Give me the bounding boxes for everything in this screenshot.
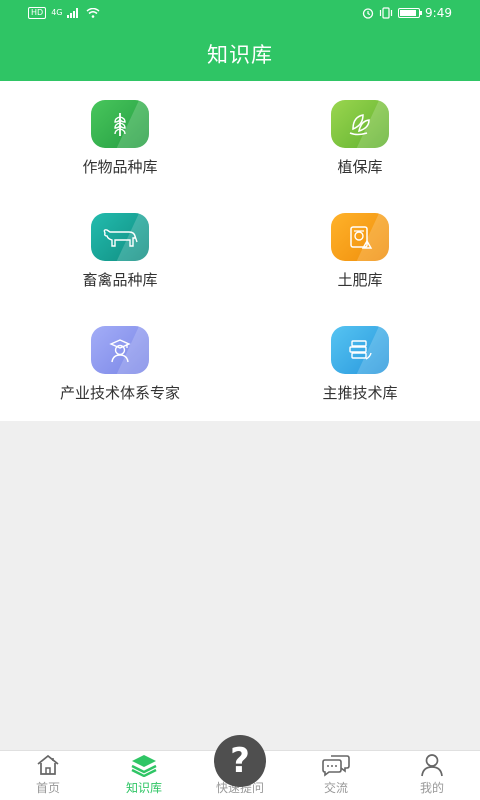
grid-item-industry-experts[interactable]: 产业技术体系专家: [0, 307, 240, 420]
books-icon: [331, 326, 389, 374]
tab-label: 知识库: [125, 781, 162, 795]
knowledge-grid: 作物品种库 植保库 畜禽品种库 土肥库 产业技术体系专家 主推技术库: [0, 81, 480, 421]
network-type: 4G: [51, 8, 63, 17]
wheat-icon: [91, 100, 149, 148]
question-icon: ?: [214, 735, 266, 787]
tab-label: 首页: [35, 781, 60, 795]
status-left: HD 4G: [28, 7, 100, 19]
fertilizer-icon: [331, 213, 389, 261]
battery-icon: [398, 8, 423, 18]
tab-community[interactable]: 交流: [288, 751, 384, 800]
status-right: 9:49: [362, 6, 452, 20]
grid-item-soil-fertilizer[interactable]: 土肥库: [240, 194, 480, 307]
bottom-tab-bar: 首页 知识库 ? 快速提问 交流 我的: [0, 735, 480, 800]
app-bar: 知识库: [0, 26, 480, 81]
tab-knowledge[interactable]: 知识库: [96, 751, 192, 800]
grid-item-label: 土肥库: [337, 271, 383, 289]
battery-fill: [400, 10, 417, 16]
tab-mine[interactable]: 我的: [384, 751, 480, 800]
tab-label: 交流: [323, 781, 348, 795]
tab-home[interactable]: 首页: [0, 751, 96, 800]
leaf-hand-icon: [331, 100, 389, 148]
grid-item-key-technologies[interactable]: 主推技术库: [240, 307, 480, 420]
wifi-icon: [87, 8, 100, 18]
grid-item-label: 植保库: [337, 158, 383, 176]
user-icon: [421, 754, 443, 777]
grid-item-crop-varieties[interactable]: 作物品种库: [0, 81, 240, 194]
alarm-icon: [362, 8, 374, 19]
grid-item-plant-protection[interactable]: 植保库: [240, 81, 480, 194]
layers-icon: [131, 755, 157, 777]
tab-label: 我的: [419, 781, 444, 795]
expert-icon: [91, 326, 149, 374]
chat-icon: [322, 755, 350, 777]
cow-icon: [91, 213, 149, 261]
grid-item-livestock-varieties[interactable]: 畜禽品种库: [0, 194, 240, 307]
signal-icon: [67, 8, 79, 18]
hd-badge: HD: [28, 7, 47, 19]
status-time: 9:49: [425, 6, 452, 20]
status-bar: HD 4G 9:49: [0, 0, 480, 26]
grid-item-label: 产业技术体系专家: [59, 384, 180, 402]
vibrate-icon: [379, 7, 393, 19]
tab-quick-ask[interactable]: ? 快速提问: [192, 735, 288, 800]
grid-item-label: 作物品种库: [82, 158, 158, 176]
grid-item-label: 主推技术库: [322, 384, 398, 402]
home-icon: [37, 754, 59, 775]
page-title: 知识库: [207, 42, 273, 67]
grid-item-label: 畜禽品种库: [82, 271, 158, 289]
